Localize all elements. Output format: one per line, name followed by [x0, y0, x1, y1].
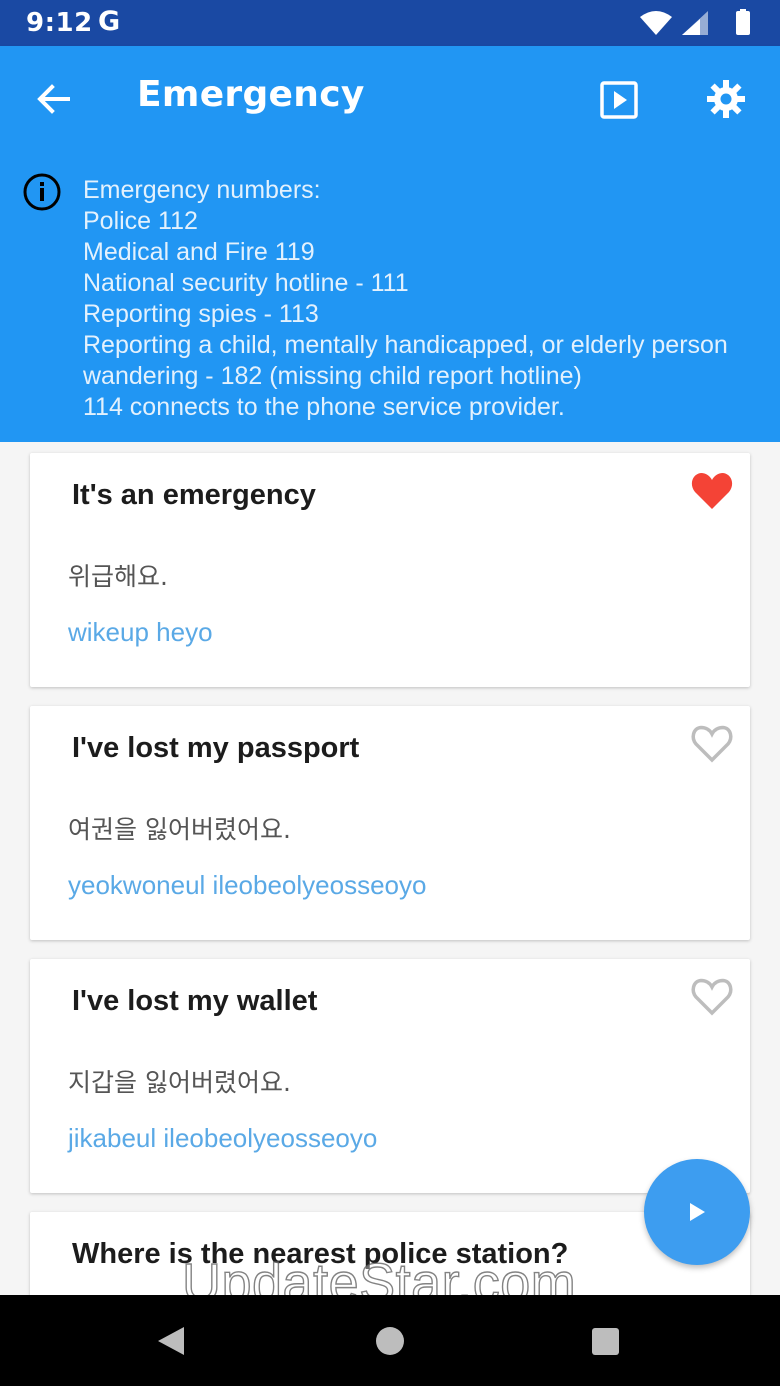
play-all-button[interactable] — [644, 1159, 750, 1265]
play-box-icon — [600, 81, 638, 119]
heart-outline-icon — [691, 978, 733, 1016]
emergency-numbers-text: Emergency numbers: Police 112 Medical an… — [83, 175, 774, 423]
wifi-icon — [640, 11, 672, 35]
phrase-romanization: wikeup heyo — [68, 617, 213, 647]
app-bar: Emergency — [0, 46, 780, 152]
heart-outline-icon — [691, 725, 733, 763]
system-nav-bar — [0, 1295, 780, 1386]
play-icon — [690, 1203, 705, 1221]
info-line: Reporting spies - 113 — [83, 300, 319, 328]
status-time: 9:12 — [26, 8, 93, 38]
phrase-english: I've lost my passport — [72, 732, 360, 764]
heart-filled-icon — [691, 473, 733, 509]
favorite-button[interactable] — [690, 724, 734, 764]
nav-back-icon[interactable] — [156, 1325, 186, 1357]
settings-button[interactable] — [698, 72, 754, 126]
nav-recents-icon[interactable] — [592, 1328, 619, 1355]
page-title: Emergency — [137, 74, 365, 115]
phrase-card[interactable]: It's an emergency 위급해요. wikeup heyo — [30, 453, 750, 687]
info-line: Medical and Fire 119 — [83, 238, 315, 266]
favorite-button[interactable] — [690, 471, 734, 511]
favorite-button[interactable] — [690, 977, 734, 1017]
arrow-back-icon — [37, 84, 70, 114]
info-line: wandering - 182 (missing child report ho… — [83, 362, 582, 390]
phrase-english: It's an emergency — [72, 479, 316, 511]
phrase-korean: 여권을 잃어버렸어요. — [68, 815, 291, 844]
phrase-korean: 지갑을 잃어버렸어요. — [68, 1068, 291, 1097]
status-icons — [640, 9, 750, 35]
phrase-korean: 위급해요. — [68, 562, 168, 591]
phrase-card[interactable]: I've lost my passport 여권을 잃어버렸어요. yeokwo… — [30, 706, 750, 940]
slideshow-button[interactable] — [592, 74, 646, 126]
info-line: Reporting a child, mentally handicapped,… — [83, 331, 728, 359]
info-line: National security hotline - 111 — [83, 269, 409, 297]
gear-icon — [707, 80, 745, 118]
phrase-english: I've lost my wallet — [72, 985, 318, 1017]
info-icon — [23, 173, 61, 211]
phrase-romanization: yeokwoneul ileobeolyeosseoyo — [68, 870, 427, 900]
info-line: 114 connects to the phone service provid… — [83, 393, 565, 421]
info-line: Emergency numbers: — [83, 176, 321, 204]
nav-home-icon[interactable] — [376, 1327, 404, 1355]
info-line: Police 112 — [83, 207, 198, 235]
battery-icon — [736, 11, 750, 35]
emergency-info-panel: Emergency numbers: Police 112 Medical an… — [0, 152, 780, 442]
phrase-card[interactable]: I've lost my wallet 지갑을 잃어버렸어요. jikabeul… — [30, 959, 750, 1193]
phrase-romanization: jikabeul ileobeolyeosseoyo — [68, 1123, 378, 1153]
google-g-icon: G — [98, 6, 121, 37]
back-button[interactable] — [26, 74, 80, 124]
status-bar: 9:12 G — [0, 0, 780, 46]
